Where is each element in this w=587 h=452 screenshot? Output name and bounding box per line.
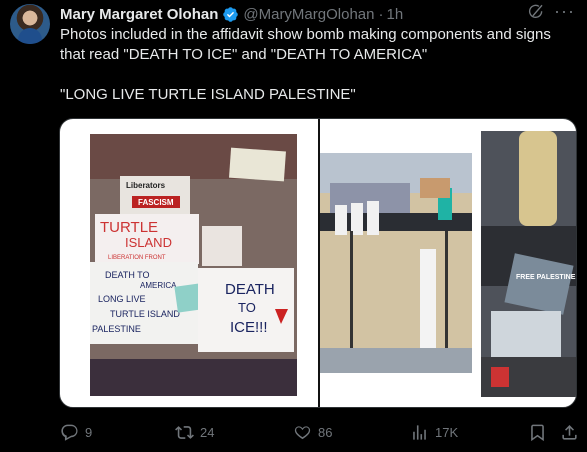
tweet-line-1: Photos included in the affidavit show bo… xyxy=(60,26,551,43)
like-icon xyxy=(294,425,311,439)
like-count: 86 xyxy=(318,424,333,440)
tweet-line-2: that read "DEATH TO ICE" and "DEATH TO A… xyxy=(60,46,428,63)
sign-long-live: LONG LIVE xyxy=(98,294,146,304)
photo-components[interactable]: FREE PALESTINE xyxy=(481,131,576,397)
separator-dot: · xyxy=(378,5,384,23)
photo-signs[interactable]: Liberators FASCISM TURTLE ISLAND LIBERAT… xyxy=(90,134,297,396)
verified-badge-icon xyxy=(222,6,239,23)
tweet-header: Mary Margaret Olohan @MaryMargOlohan · 1… xyxy=(60,3,577,25)
author-name[interactable]: Mary Margaret Olohan xyxy=(60,6,218,23)
sign-front: LIBERATION FRONT xyxy=(108,255,166,261)
share-button[interactable] xyxy=(560,423,579,442)
repost-icon xyxy=(175,425,194,439)
tweet-actions: 9 24 86 17K xyxy=(60,420,580,444)
photo-table[interactable] xyxy=(320,153,472,373)
sign-free-palestine: FREE PALESTINE xyxy=(516,274,576,281)
views-icon xyxy=(413,424,426,440)
repost-button[interactable]: 24 xyxy=(175,423,214,442)
more-icon[interactable]: ··· xyxy=(554,1,575,22)
views-count: 17K xyxy=(435,424,459,440)
bookmark-icon xyxy=(531,424,544,441)
sign-palestine: PALESTINE xyxy=(92,324,141,334)
sign-island: ISLAND xyxy=(125,235,172,250)
sign-death-ice-3: ICE!!! xyxy=(230,319,268,336)
reply-icon xyxy=(61,424,78,441)
tweet-line-3: "LONG LIVE TURTLE ISLAND PALESTINE" xyxy=(60,86,356,103)
tweet-time[interactable]: 1h xyxy=(386,6,403,23)
author-avatar[interactable] xyxy=(10,4,50,44)
tweet-text: Photos included in the affidavit show bo… xyxy=(60,25,575,105)
tweet-media[interactable]: Liberators FASCISM TURTLE ISLAND LIBERAT… xyxy=(59,118,577,408)
sign-death-america-2: AMERICA xyxy=(140,281,177,290)
share-icon xyxy=(562,424,577,440)
author-handle[interactable]: @MaryMargOlohan xyxy=(243,6,374,23)
sign-death-ice-1: DEATH xyxy=(225,281,275,298)
sign-death-ice-2: TO xyxy=(238,300,256,315)
like-button[interactable]: 86 xyxy=(293,423,332,442)
sign-fascism: FASCISM xyxy=(138,198,174,207)
grok-icon[interactable] xyxy=(527,3,545,21)
sign-turtle: TURTLE xyxy=(100,219,158,236)
reply-button[interactable]: 9 xyxy=(60,423,92,442)
sign-turtle-island: TURTLE ISLAND xyxy=(110,309,180,319)
sign-liberators: Liberators xyxy=(126,181,166,190)
bookmark-button[interactable] xyxy=(528,423,547,442)
reply-count: 9 xyxy=(85,424,93,440)
views-button[interactable]: 17K xyxy=(410,423,458,442)
sign-death-america-1: DEATH TO xyxy=(105,270,150,280)
repost-count: 24 xyxy=(200,424,215,440)
